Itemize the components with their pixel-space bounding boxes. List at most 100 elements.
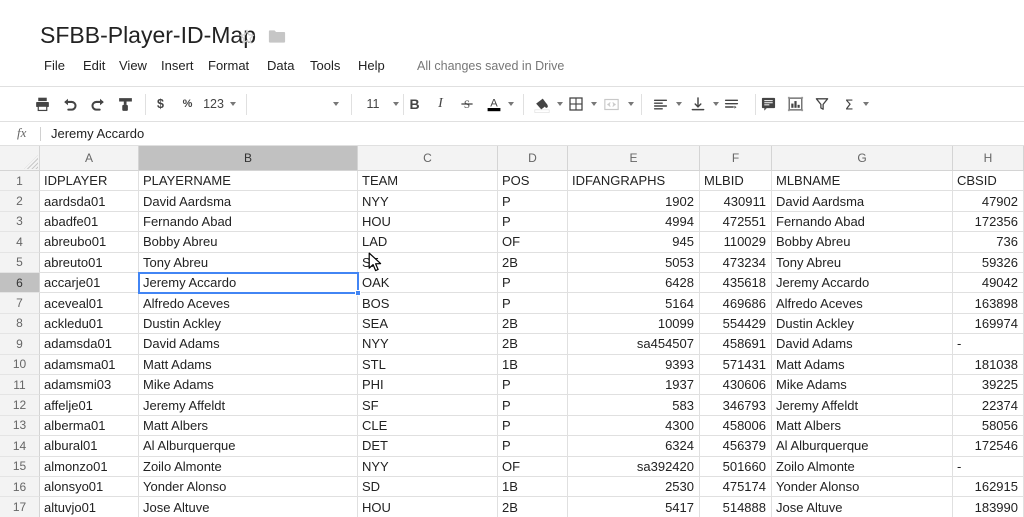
row-header-17[interactable]: 17: [0, 497, 40, 517]
cell-B17[interactable]: Jose Altuve: [139, 497, 358, 517]
horizontal-align-caret-icon[interactable]: [673, 90, 684, 118]
cell-C2[interactable]: NYY: [358, 191, 498, 212]
cell-F13[interactable]: 458006: [700, 415, 772, 437]
cell-B1[interactable]: PLAYERNAME: [139, 171, 358, 192]
merge-cells-icon[interactable]: [602, 90, 621, 118]
cell-D15[interactable]: OF: [498, 456, 568, 477]
menu-edit[interactable]: Edit: [83, 54, 105, 78]
cell-G16[interactable]: Yonder Alonso: [772, 477, 953, 498]
print-icon[interactable]: [33, 90, 52, 118]
cell-E13[interactable]: 4300: [568, 415, 700, 437]
cell-E9[interactable]: sa454507: [568, 334, 700, 355]
cell-B14[interactable]: Al Alburquerque: [139, 436, 358, 457]
cell-A17[interactable]: altuvjo01: [40, 497, 139, 517]
menu-view[interactable]: View: [119, 54, 147, 78]
cell-A16[interactable]: alonsyo01: [40, 477, 139, 498]
cell-C6[interactable]: OAK: [358, 273, 498, 294]
cell-A14[interactable]: albural01: [40, 436, 139, 457]
row-header-14[interactable]: 14: [0, 436, 40, 457]
cell-A8[interactable]: ackledu01: [40, 313, 139, 335]
cell-B2[interactable]: David Aardsma: [139, 191, 358, 212]
cell-E3[interactable]: 4994: [568, 211, 700, 233]
cell-F11[interactable]: 430606: [700, 375, 772, 396]
cell-B12[interactable]: Jeremy Affeldt: [139, 395, 358, 416]
font-family-select[interactable]: [252, 90, 338, 118]
cell-G13[interactable]: Matt Albers: [772, 415, 953, 437]
cell-D12[interactable]: P: [498, 395, 568, 416]
cell-G3[interactable]: Fernando Abad: [772, 211, 953, 233]
cell-A10[interactable]: adamsma01: [40, 354, 139, 375]
cell-B13[interactable]: Matt Albers: [139, 415, 358, 437]
cell-D10[interactable]: 1B: [498, 354, 568, 375]
cell-B9[interactable]: David Adams: [139, 334, 358, 355]
formula-input[interactable]: Jeremy Accardo: [51, 123, 1011, 144]
cell-H11[interactable]: 39225: [953, 375, 1024, 396]
cell-B6[interactable]: Jeremy Accardo: [139, 273, 358, 294]
fill-color-icon[interactable]: [531, 90, 552, 118]
cell-D7[interactable]: P: [498, 293, 568, 314]
cell-A4[interactable]: abreubo01: [40, 232, 139, 253]
cell-G7[interactable]: Alfredo Aceves: [772, 293, 953, 314]
cell-E2[interactable]: 1902: [568, 191, 700, 212]
comment-icon[interactable]: [759, 90, 778, 118]
cell-B11[interactable]: Mike Adams: [139, 375, 358, 396]
row-header-3[interactable]: 3: [0, 211, 40, 233]
strikethrough-icon[interactable]: S: [457, 90, 476, 118]
cell-C10[interactable]: STL: [358, 354, 498, 375]
cell-H16[interactable]: 162915: [953, 477, 1024, 498]
cell-G8[interactable]: Dustin Ackley: [772, 313, 953, 335]
cell-G2[interactable]: David Aardsma: [772, 191, 953, 212]
horizontal-align-icon[interactable]: [651, 90, 670, 118]
cell-G5[interactable]: Tony Abreu: [772, 252, 953, 273]
cell-B15[interactable]: Zoilo Almonte: [139, 456, 358, 477]
cell-F8[interactable]: 554429: [700, 313, 772, 335]
column-header-d[interactable]: D: [498, 146, 568, 171]
cell-G9[interactable]: David Adams: [772, 334, 953, 355]
cell-F14[interactable]: 456379: [700, 436, 772, 457]
italic-icon[interactable]: I: [431, 90, 450, 118]
cell-A12[interactable]: affelje01: [40, 395, 139, 416]
cell-F1[interactable]: MLBID: [700, 171, 772, 192]
row-header-11[interactable]: 11: [0, 375, 40, 396]
cell-H17[interactable]: 183990: [953, 497, 1024, 517]
cell-C3[interactable]: HOU: [358, 211, 498, 233]
cell-G4[interactable]: Bobby Abreu: [772, 232, 953, 253]
row-header-6[interactable]: 6: [0, 273, 40, 294]
cell-H6[interactable]: 49042: [953, 273, 1024, 294]
cell-E17[interactable]: 5417: [568, 497, 700, 517]
cell-F16[interactable]: 475174: [700, 477, 772, 498]
cell-C12[interactable]: SF: [358, 395, 498, 416]
redo-icon[interactable]: [88, 90, 107, 118]
cell-D9[interactable]: 2B: [498, 334, 568, 355]
number-format-icon[interactable]: 123: [201, 90, 226, 118]
cell-H8[interactable]: 169974: [953, 313, 1024, 335]
cell-B7[interactable]: Alfredo Aceves: [139, 293, 358, 314]
cell-A11[interactable]: adamsmi03: [40, 375, 139, 396]
fill-color-caret-icon[interactable]: [554, 90, 565, 118]
cell-E15[interactable]: sa392420: [568, 456, 700, 477]
cell-F3[interactable]: 472551: [700, 211, 772, 233]
cell-D11[interactable]: P: [498, 375, 568, 396]
cell-H12[interactable]: 22374: [953, 395, 1024, 416]
cell-H7[interactable]: 163898: [953, 293, 1024, 314]
cell-D4[interactable]: OF: [498, 232, 568, 253]
cell-F15[interactable]: 501660: [700, 456, 772, 477]
font-size-select[interactable]: 11: [358, 90, 388, 118]
row-header-12[interactable]: 12: [0, 395, 40, 416]
cell-E7[interactable]: 5164: [568, 293, 700, 314]
row-header-1[interactable]: 1: [0, 171, 40, 192]
cell-H1[interactable]: CBSID: [953, 171, 1024, 192]
borders-caret-icon[interactable]: [588, 90, 599, 118]
cell-F17[interactable]: 514888: [700, 497, 772, 517]
menu-format[interactable]: Format: [208, 54, 249, 78]
percent-icon[interactable]: %: [179, 90, 196, 118]
star-outline-icon[interactable]: [238, 28, 256, 46]
cell-A5[interactable]: abreuto01: [40, 252, 139, 273]
cell-H2[interactable]: 47902: [953, 191, 1024, 212]
number-format-caret-icon[interactable]: [227, 90, 238, 118]
cell-C13[interactable]: CLE: [358, 415, 498, 437]
cell-B3[interactable]: Fernando Abad: [139, 211, 358, 233]
vertical-align-icon[interactable]: [688, 90, 707, 118]
row-header-4[interactable]: 4: [0, 232, 40, 253]
cell-E5[interactable]: 5053: [568, 252, 700, 273]
